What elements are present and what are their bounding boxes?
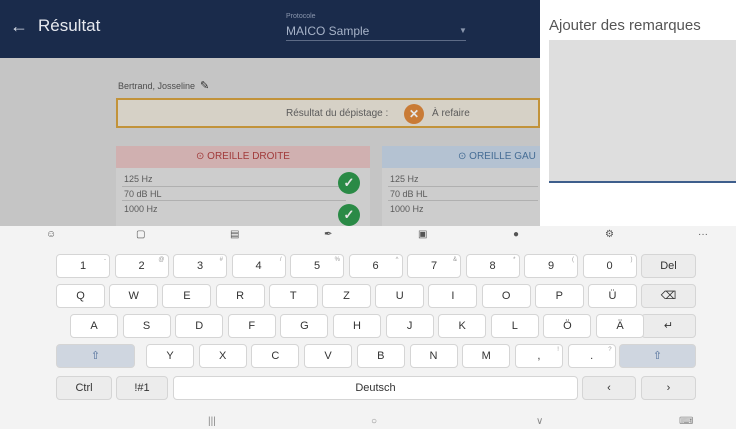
key-1[interactable]: X [198,344,247,368]
key-9[interactable]: 0) [582,254,637,278]
top-app-bar: ← Résultat Protocole MAICO Sample ▼ [0,0,540,58]
key-5[interactable]: N [409,344,458,368]
ctrl-key[interactable]: Ctrl [56,376,112,400]
key-6[interactable]: M [462,344,511,368]
dim-overlay [0,58,540,226]
key-10[interactable]: Ä [596,314,644,338]
home-icon[interactable]: ○ [371,416,377,427]
key-alt-label: ! [557,347,559,353]
key-3[interactable]: F [227,314,276,338]
gif-icon[interactable]: ▤ [230,229,239,240]
key-2[interactable]: E [162,284,212,308]
recent-apps-icon[interactable]: ||| [208,416,216,427]
key-alt-label: % [334,257,340,263]
key-4[interactable]: B [356,344,405,368]
key-alt-label: / [279,257,282,263]
arrow-right-key[interactable]: › [641,376,696,400]
handwriting-icon[interactable]: ✒ [324,229,332,240]
key-8[interactable]: .? [567,344,616,368]
key-0[interactable]: 1- [56,254,110,278]
key-2[interactable]: D [175,314,224,338]
protocol-underline [286,40,466,41]
key-alt-label: ^ [395,257,399,263]
key-alt-label: * [513,257,516,263]
sticker-icon[interactable]: ▢ [136,229,145,240]
key-0[interactable]: Q [56,284,105,308]
key-10[interactable]: Ü [588,284,637,308]
key-2[interactable]: C [251,344,300,368]
key-9[interactable]: Ö [543,314,592,338]
key-alt-label: ? [608,347,612,353]
clipboard-icon[interactable]: ▣ [418,229,427,240]
key-alt-label: & [452,257,457,263]
key-alt-label: ( [572,257,574,263]
key-7[interactable]: 8 * [465,254,520,278]
app-screen: ← Résultat Protocole MAICO Sample ▼ Bert… [0,0,540,226]
arrow-left-key[interactable]: ‹ [582,376,636,400]
key-3[interactable]: R [215,284,265,308]
key-alt-label: @ [158,257,165,263]
backspace-key[interactable]: ⌫ [641,284,696,308]
key-9[interactable]: P [534,284,584,308]
microphone-icon[interactable]: ● [513,229,519,240]
key-alt-label: # [219,257,223,263]
key-8[interactable]: L [490,314,539,338]
remarks-title: Ajouter des remarques [549,17,701,34]
key-6[interactable]: J [385,314,434,338]
page-title: Résultat [38,16,101,35]
key-1[interactable]: W [109,284,159,308]
key-2[interactable]: 3 # [173,254,227,278]
space-key[interactable]: Deutsch [173,376,578,400]
key-6[interactable]: 7 & [407,254,461,278]
result-content: Bertrand, Josseline ✎ Résultat du dépist… [0,58,540,226]
key-5[interactable]: Z [322,284,371,308]
key-4[interactable]: T [268,284,318,308]
shift-key-left[interactable]: ⇧ [56,344,135,368]
key-7[interactable]: ,! [514,344,563,368]
protocol-label: Protocole [286,13,316,20]
settings-icon[interactable]: ⚙ [605,229,614,240]
symbols-key[interactable]: !#1 [116,376,168,400]
key-5[interactable]: 6 ^ [348,254,403,278]
key-7[interactable]: I [428,284,478,308]
key-6[interactable]: U [375,284,425,308]
back-arrow-icon[interactable]: ← [10,16,28,37]
more-icon[interactable]: ··· [698,229,708,240]
enter-key[interactable]: ↵ [641,314,696,338]
key-4[interactable]: 5% [290,254,344,278]
remarks-panel: Ajouter des remarques [540,0,736,226]
remarks-textarea[interactable] [549,40,736,183]
key-3[interactable]: V [304,344,353,368]
delete-key[interactable]: Del [641,254,696,278]
key-3[interactable]: 4/ [231,254,286,278]
key-1[interactable]: 2 @ [114,254,169,278]
key-0[interactable]: A [70,314,118,338]
protocol-select[interactable]: MAICO Sample [286,24,369,38]
key-5[interactable]: H [333,314,381,338]
key-1[interactable]: S [122,314,171,338]
on-screen-keyboard: ☺ ▢ ▤ ✒ ▣ ● ⚙ ··· Del ⌫ ↵ ⇧ ⇧ Ctrl !#1 D… [0,226,736,429]
shift-key-right[interactable]: ⇧ [619,344,696,368]
chevron-down-icon[interactable]: ▼ [459,26,467,35]
key-8[interactable]: 9( [524,254,578,278]
keyboard-switch-icon[interactable]: ⌨ [679,416,693,427]
key-7[interactable]: K [438,314,487,338]
key-0[interactable]: Y [146,344,194,368]
key-alt-label: - [104,257,106,263]
key-alt-label: ) [630,257,633,263]
key-8[interactable]: O [481,284,531,308]
emoji-icon[interactable]: ☺ [46,229,56,240]
hide-keyboard-icon[interactable]: ∨ [536,416,543,427]
key-4[interactable]: G [280,314,329,338]
